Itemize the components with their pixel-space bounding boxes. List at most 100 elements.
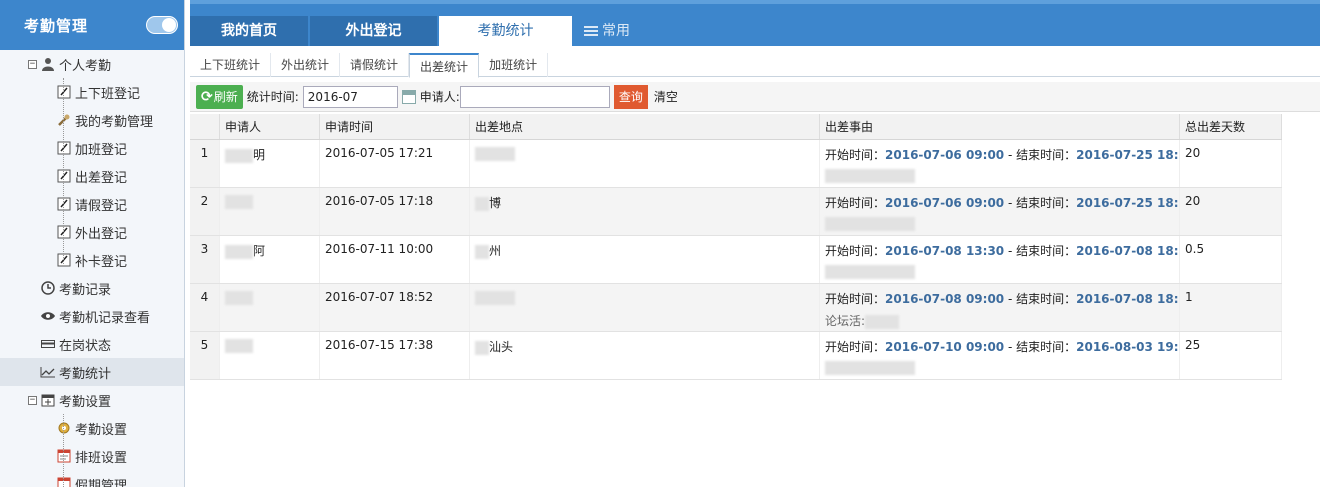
cell-apply-time: 2016-07-11 10:00: [320, 236, 470, 283]
top-accent-line: [190, 0, 1320, 4]
table-row[interactable]: 4 2016-07-07 18:52 开始时间：2016-07-08 09:00 -…: [190, 284, 1282, 332]
subtab-trip-stats[interactable]: 出差统计: [409, 53, 480, 78]
clear-button[interactable]: 清空: [654, 88, 678, 105]
gear-icon: [56, 421, 72, 435]
subtab-clock-stats[interactable]: 上下班统计: [190, 53, 272, 77]
table-row[interactable]: 2 2016-07-05 17:18 博 开始时间：2016-07-06 09:00 …: [190, 188, 1282, 236]
applicant-input[interactable]: [459, 85, 610, 108]
sidebar-toggle[interactable]: [146, 16, 178, 34]
header-days[interactable]: 总出差天数: [1180, 114, 1282, 139]
header-index: [190, 114, 220, 139]
time-label: 统计时间:: [246, 90, 299, 104]
tree-connector: [63, 78, 64, 264]
header-applicant[interactable]: 申请人: [220, 114, 320, 139]
edit-icon: [56, 197, 72, 211]
edit-icon: [56, 141, 72, 155]
cell-place: 博: [470, 188, 820, 235]
redacted-reason: [825, 360, 915, 375]
redacted-name: [225, 338, 253, 353]
redacted-reason: [865, 314, 900, 329]
refresh-button[interactable]: ⟳ 刷新: [196, 84, 243, 109]
end-time: 2016-07-25 18:00: [1076, 148, 1179, 162]
toolbar: ⟳ 刷新 统计时间: 2016-07 申请人: 查询 清空: [190, 82, 1320, 112]
cell-applicant: 明: [220, 140, 320, 187]
sidebar-item-attendance-settings[interactable]: 考勤设置: [0, 414, 184, 442]
cell-applicant: [220, 284, 320, 331]
cell-reason: 开始时间：2016-07-06 09:00 - 结束时间：2016-07-25 …: [820, 140, 1180, 187]
reason-note: 论坛活:: [825, 312, 1179, 329]
subtab-leave-stats[interactable]: 请假统计: [340, 53, 410, 77]
sidebar-item-label: 外出登记: [75, 226, 128, 242]
time-input[interactable]: 2016-07: [302, 85, 398, 108]
tab-common[interactable]: 常用: [572, 16, 658, 46]
end-label: - 结束时间：: [1004, 196, 1077, 210]
main-tabs: 我的首页 外出登记 考勤统计 常用: [190, 16, 658, 46]
redacted-name: [225, 148, 253, 163]
redacted-place: [475, 146, 515, 161]
subtab-overtime-stats[interactable]: 加班统计: [479, 53, 549, 77]
collapse-icon[interactable]: −: [28, 59, 37, 69]
table-row[interactable]: 5 2016-07-15 17:38 汕头 开始时间：2016-07-10 09:00…: [190, 332, 1282, 380]
trip-stats-table: 申请人 申请时间 出差地点 出差事由 总出差天数 1 明 2016-07-05 17…: [190, 114, 1282, 380]
sidebar-item-attendance-record[interactable]: 考勤记录: [0, 274, 184, 302]
sidebar-item-shift-settings[interactable]: 排班设置: [0, 442, 184, 470]
subtab-outing-stats[interactable]: 外出统计: [271, 53, 341, 77]
row-index: 3: [190, 236, 220, 283]
redacted-place: [475, 244, 489, 259]
start-time: 2016-07-06 09:00: [885, 196, 1005, 210]
end-time: 2016-07-08 18:00: [1076, 292, 1179, 306]
redacted-place: [475, 196, 489, 211]
place-text: 汕头: [489, 340, 514, 354]
start-label: 开始时间：: [825, 292, 886, 306]
sidebar-item-attendance-stats[interactable]: 考勤统计: [0, 358, 184, 386]
cell-reason: 开始时间：2016-07-08 13:30 - 结束时间：2016-07-08 …: [820, 236, 1180, 283]
calendar-picker-icon[interactable]: [401, 89, 416, 104]
cell-applicant: [220, 188, 320, 235]
tab-attendance-stats[interactable]: 考勤统计: [439, 16, 572, 46]
reason-note: [825, 216, 1179, 231]
sidebar-item-outing[interactable]: 外出登记: [0, 218, 184, 246]
start-time: 2016-07-08 09:00: [885, 292, 1005, 306]
header-place[interactable]: 出差地点: [470, 114, 820, 139]
sidebar-item-personal-attendance[interactable]: − 个人考勤: [0, 50, 184, 78]
calendar-icon: [40, 393, 56, 407]
reason-note: [825, 168, 1179, 183]
cell-days: 20: [1180, 140, 1282, 187]
query-button[interactable]: 查询: [613, 84, 648, 109]
sub-tabs: 上下班统计 外出统计 请假统计 出差统计 加班统计: [190, 53, 1320, 78]
sidebar-item-label: 出差登记: [75, 170, 128, 186]
header-apply-time[interactable]: 申请时间: [320, 114, 470, 139]
sidebar-item-overtime[interactable]: 加班登记: [0, 134, 184, 162]
cell-applicant: 阿: [220, 236, 320, 283]
collapse-icon[interactable]: −: [28, 395, 37, 405]
start-time: 2016-07-06 09:00: [885, 148, 1005, 162]
table-row[interactable]: 1 明 2016-07-05 17:21 开始时间：2016-07-06 09:00 …: [190, 140, 1282, 188]
main-area: 我的首页 外出登记 考勤统计 常用 上下班统计 外出统计 请假统计 出差统计 加…: [190, 0, 1320, 487]
start-label: 开始时间：: [825, 196, 886, 210]
sidebar-item-label: 补卡登记: [75, 254, 128, 270]
sidebar-item-business-trip[interactable]: 出差登记: [0, 162, 184, 190]
cell-place: [470, 140, 820, 187]
sidebar-item-label: 加班登记: [75, 142, 128, 158]
header-reason[interactable]: 出差事由: [820, 114, 1180, 139]
start-label: 开始时间：: [825, 244, 886, 258]
sidebar-item-on-duty[interactable]: 在岗状态: [0, 330, 184, 358]
sidebar-item-holiday[interactable]: 假期管理: [0, 470, 184, 487]
sidebar-item-clock-in[interactable]: 上下班登记: [0, 78, 184, 106]
sidebar-item-leave[interactable]: 请假登记: [0, 190, 184, 218]
sidebar-item-machine-record[interactable]: 考勤机记录查看: [0, 302, 184, 330]
tab-home[interactable]: 我的首页: [190, 16, 308, 46]
eye-icon: [40, 309, 56, 323]
table-row[interactable]: 3 阿 2016-07-11 10:00 州 开始时间：2016-07-08 13:30…: [190, 236, 1282, 284]
end-time: 2016-07-25 18:00: [1076, 196, 1179, 210]
cell-reason: 开始时间：2016-07-10 09:00 - 结束时间：2016-08-03 …: [820, 332, 1180, 379]
sidebar-item-my-attendance[interactable]: 我的考勤管理: [0, 106, 184, 134]
note-text: 论坛活:: [825, 314, 866, 328]
sidebar-item-attendance-settings-group[interactable]: − 考勤设置: [0, 386, 184, 414]
edit-icon: [56, 169, 72, 183]
tree-connector: [63, 414, 64, 487]
sidebar-item-card-fix[interactable]: 补卡登记: [0, 246, 184, 274]
tab-outing-register[interactable]: 外出登记: [310, 16, 437, 46]
place-text: 州: [489, 244, 502, 258]
redacted-name: [225, 244, 253, 259]
